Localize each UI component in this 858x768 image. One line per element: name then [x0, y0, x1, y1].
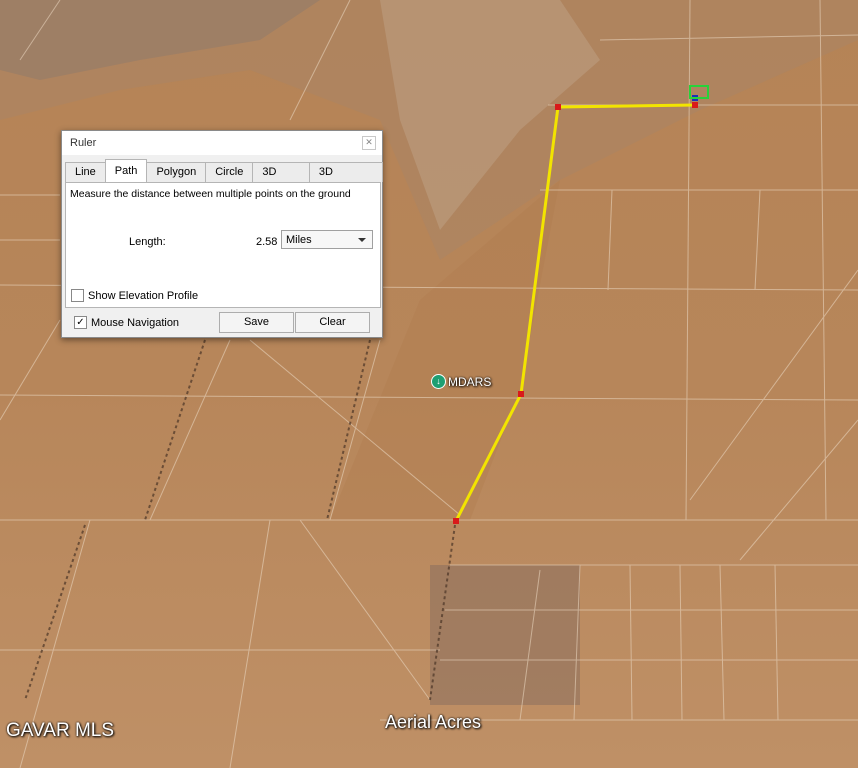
ruler-titlebar[interactable]: Ruler ✕ — [62, 131, 382, 155]
satellite-map[interactable] — [0, 0, 858, 768]
show-elevation-checkbox[interactable] — [71, 289, 84, 302]
tab-polygon[interactable]: Polygon — [146, 162, 207, 182]
length-value: 2.58 — [256, 236, 278, 248]
unit-selected: Miles — [286, 233, 312, 246]
town-label: Aerial Acres — [385, 712, 482, 732]
placemark-label: MDARS — [448, 374, 492, 389]
ruler-dialog: Ruler ✕ Line Path Polygon Circle 3D path… — [61, 130, 383, 338]
panel-description: Measure the distance between multiple po… — [70, 188, 351, 200]
length-label: Length: — [129, 236, 166, 248]
ruler-tabs: Line Path Polygon Circle 3D path 3D poly… — [65, 159, 383, 197]
ruler-title: Ruler — [70, 137, 97, 149]
watermark: GAVAR MLS — [6, 720, 115, 741]
mouse-navigation-checkbox[interactable]: ✓ — [74, 316, 87, 329]
tab-3d-polygon[interactable]: 3D polygon — [308, 162, 383, 197]
placemark-pin-icon: ↓ — [431, 374, 446, 389]
path-panel: Measure the distance between multiple po… — [65, 182, 381, 308]
unit-select[interactable]: Miles — [281, 230, 373, 249]
tab-path[interactable]: Path — [104, 159, 148, 182]
clear-button[interactable]: Clear — [295, 312, 370, 333]
save-button[interactable]: Save — [219, 312, 294, 333]
show-elevation-label[interactable]: Show Elevation Profile — [88, 290, 198, 302]
tab-circle[interactable]: Circle — [205, 162, 254, 182]
tab-3d-path[interactable]: 3D path — [252, 162, 310, 197]
placemark-mdars[interactable]: ↓ MDARS — [431, 374, 491, 389]
chevron-down-icon — [358, 237, 366, 242]
close-icon[interactable]: ✕ — [362, 136, 376, 150]
mouse-navigation-label[interactable]: Mouse Navigation — [91, 317, 179, 329]
tab-line[interactable]: Line — [65, 162, 106, 182]
